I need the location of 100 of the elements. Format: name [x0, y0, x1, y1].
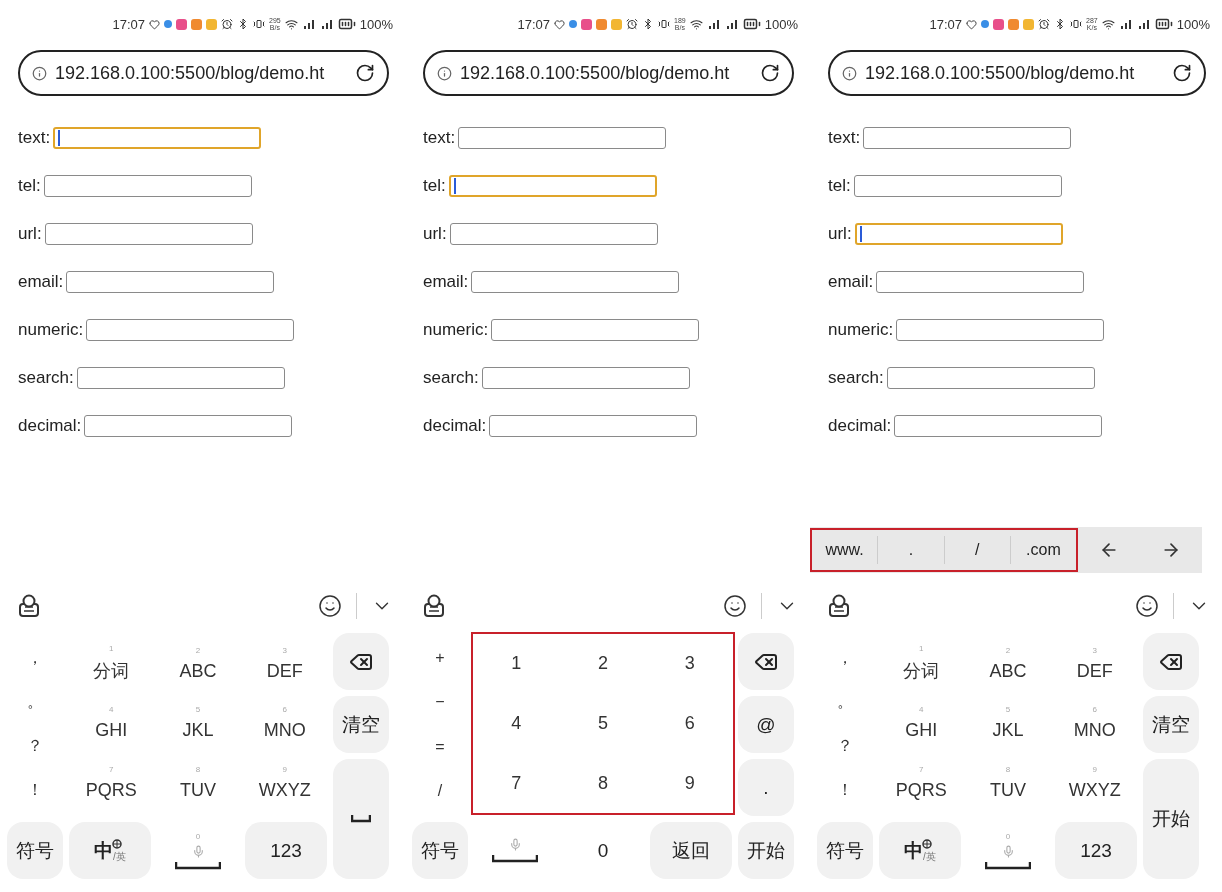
symbol-key[interactable]: / [429, 779, 451, 802]
input-field[interactable] [489, 415, 698, 437]
input-field[interactable] [876, 271, 1085, 293]
field-label: text: [18, 128, 51, 148]
input-field[interactable] [491, 319, 700, 341]
reload-icon[interactable] [355, 63, 375, 83]
input-field[interactable] [481, 367, 690, 389]
symbol-key[interactable]: ？ [19, 734, 51, 760]
key[interactable]: 123 [1055, 822, 1137, 879]
key[interactable]: 3 DEF [241, 634, 328, 694]
key[interactable]: 0 [562, 822, 644, 879]
key[interactable]: 9 WXYZ [241, 753, 328, 813]
input-field[interactable] [894, 415, 1103, 437]
key[interactable]: 7 PQRS [878, 753, 965, 813]
key[interactable]: 清空 [1143, 696, 1199, 753]
key[interactable]: 开始 [1143, 759, 1199, 879]
key[interactable]: 3 [646, 634, 733, 694]
suggestion-key[interactable]: . [877, 536, 944, 564]
reload-icon[interactable] [760, 63, 780, 83]
backspace-key[interactable] [1143, 633, 1199, 690]
backspace-key[interactable] [333, 633, 389, 690]
wifi-icon [689, 17, 703, 31]
key[interactable]: 符号 [412, 822, 468, 879]
input-field[interactable] [458, 127, 667, 149]
input-field[interactable] [863, 127, 1072, 149]
symbol-key[interactable]: + [427, 647, 453, 670]
key[interactable]: 8 TUV [964, 753, 1052, 813]
address-bar[interactable]: 192.168.0.100:5500/blog/demo.ht [18, 50, 389, 96]
key[interactable]: 6 [646, 693, 733, 754]
battery-level: 100% [764, 16, 798, 32]
signal-icon [724, 18, 739, 30]
address-bar[interactable]: 192.168.0.100:5500/blog/demo.ht [423, 50, 794, 96]
suggestion-key[interactable]: .com [1009, 536, 1076, 564]
input-field[interactable] [471, 271, 680, 293]
key[interactable]: 符号 [7, 822, 63, 879]
field-label: numeric: [828, 320, 894, 340]
key[interactable]: 返回 [650, 822, 732, 879]
key[interactable]: 6 MNO [1051, 693, 1138, 754]
key[interactable]: 4 GHI [878, 693, 965, 754]
key[interactable]: 3 DEF [1051, 634, 1138, 694]
keyboard-globe-icon[interactable] [828, 594, 850, 618]
emoji-icon[interactable] [723, 594, 747, 618]
reload-icon[interactable] [1172, 63, 1192, 83]
input-field[interactable] [854, 223, 1063, 245]
input-field[interactable] [86, 319, 295, 341]
symbol-key[interactable]: − [427, 691, 453, 714]
key[interactable]: 1 分词 [878, 634, 965, 694]
key[interactable]: 9 WXYZ [1051, 753, 1138, 813]
key[interactable]: 1 [473, 634, 560, 694]
symbol-key[interactable]: ！ [19, 778, 51, 804]
input-field[interactable] [896, 319, 1105, 341]
key[interactable]: 7 [473, 753, 560, 813]
key[interactable]: @ [738, 696, 794, 753]
keyboard-globe-icon[interactable] [18, 594, 40, 618]
key[interactable]: . [738, 759, 794, 816]
emoji-icon[interactable] [1135, 594, 1159, 618]
key[interactable]: 4 [473, 693, 560, 754]
key[interactable]: 2 ABC [154, 634, 242, 694]
input-field[interactable] [44, 223, 253, 245]
key[interactable]: 2 [559, 634, 647, 694]
suggestion-key[interactable]: www. [812, 536, 878, 564]
suggestion-key[interactable]: / [943, 536, 1010, 564]
input-field[interactable] [84, 415, 293, 437]
input-field[interactable] [66, 271, 275, 293]
key[interactable]: 9 [646, 753, 733, 813]
input-field[interactable] [449, 223, 658, 245]
status-time: 17:07 [517, 16, 551, 32]
input-field[interactable] [76, 367, 285, 389]
key[interactable]: 7 PQRS [68, 753, 155, 813]
symbol-key[interactable]: ？ [829, 734, 861, 760]
key[interactable]: 8 TUV [154, 753, 242, 813]
symbol-key[interactable]: = [427, 735, 453, 758]
key[interactable]: 123 [245, 822, 327, 879]
key[interactable]: 清空 [333, 696, 389, 753]
input-field[interactable] [448, 175, 657, 197]
symbol-key[interactable]: 。 [19, 689, 51, 715]
key[interactable]: 5 JKL [964, 693, 1052, 754]
key[interactable]: 1 分词 [68, 634, 155, 694]
key[interactable]: 开始 [738, 822, 794, 879]
key[interactable]: 4 GHI [68, 693, 155, 754]
address-bar[interactable]: 192.168.0.100:5500/blog/demo.ht [828, 50, 1206, 96]
symbol-key[interactable]: 。 [829, 689, 861, 715]
symbol-key[interactable]: ， [19, 645, 51, 671]
field-label: search: [18, 368, 74, 388]
key[interactable]: 5 [559, 693, 647, 754]
key[interactable]: 符号 [817, 822, 873, 879]
symbol-key[interactable]: ， [829, 645, 861, 671]
emoji-icon[interactable] [318, 594, 342, 618]
key[interactable]: 6 MNO [241, 693, 328, 754]
input-field[interactable] [886, 367, 1095, 389]
backspace-key[interactable] [738, 633, 794, 690]
keyboard-globe-icon[interactable] [423, 594, 445, 618]
key[interactable]: 2 ABC [964, 634, 1052, 694]
symbol-key[interactable]: ！ [829, 778, 861, 804]
key[interactable]: 8 [559, 753, 647, 813]
input-field[interactable] [43, 175, 252, 197]
input-field[interactable] [53, 127, 262, 149]
microphone-icon [191, 844, 205, 858]
key[interactable]: 5 JKL [154, 693, 242, 754]
input-field[interactable] [853, 175, 1062, 197]
